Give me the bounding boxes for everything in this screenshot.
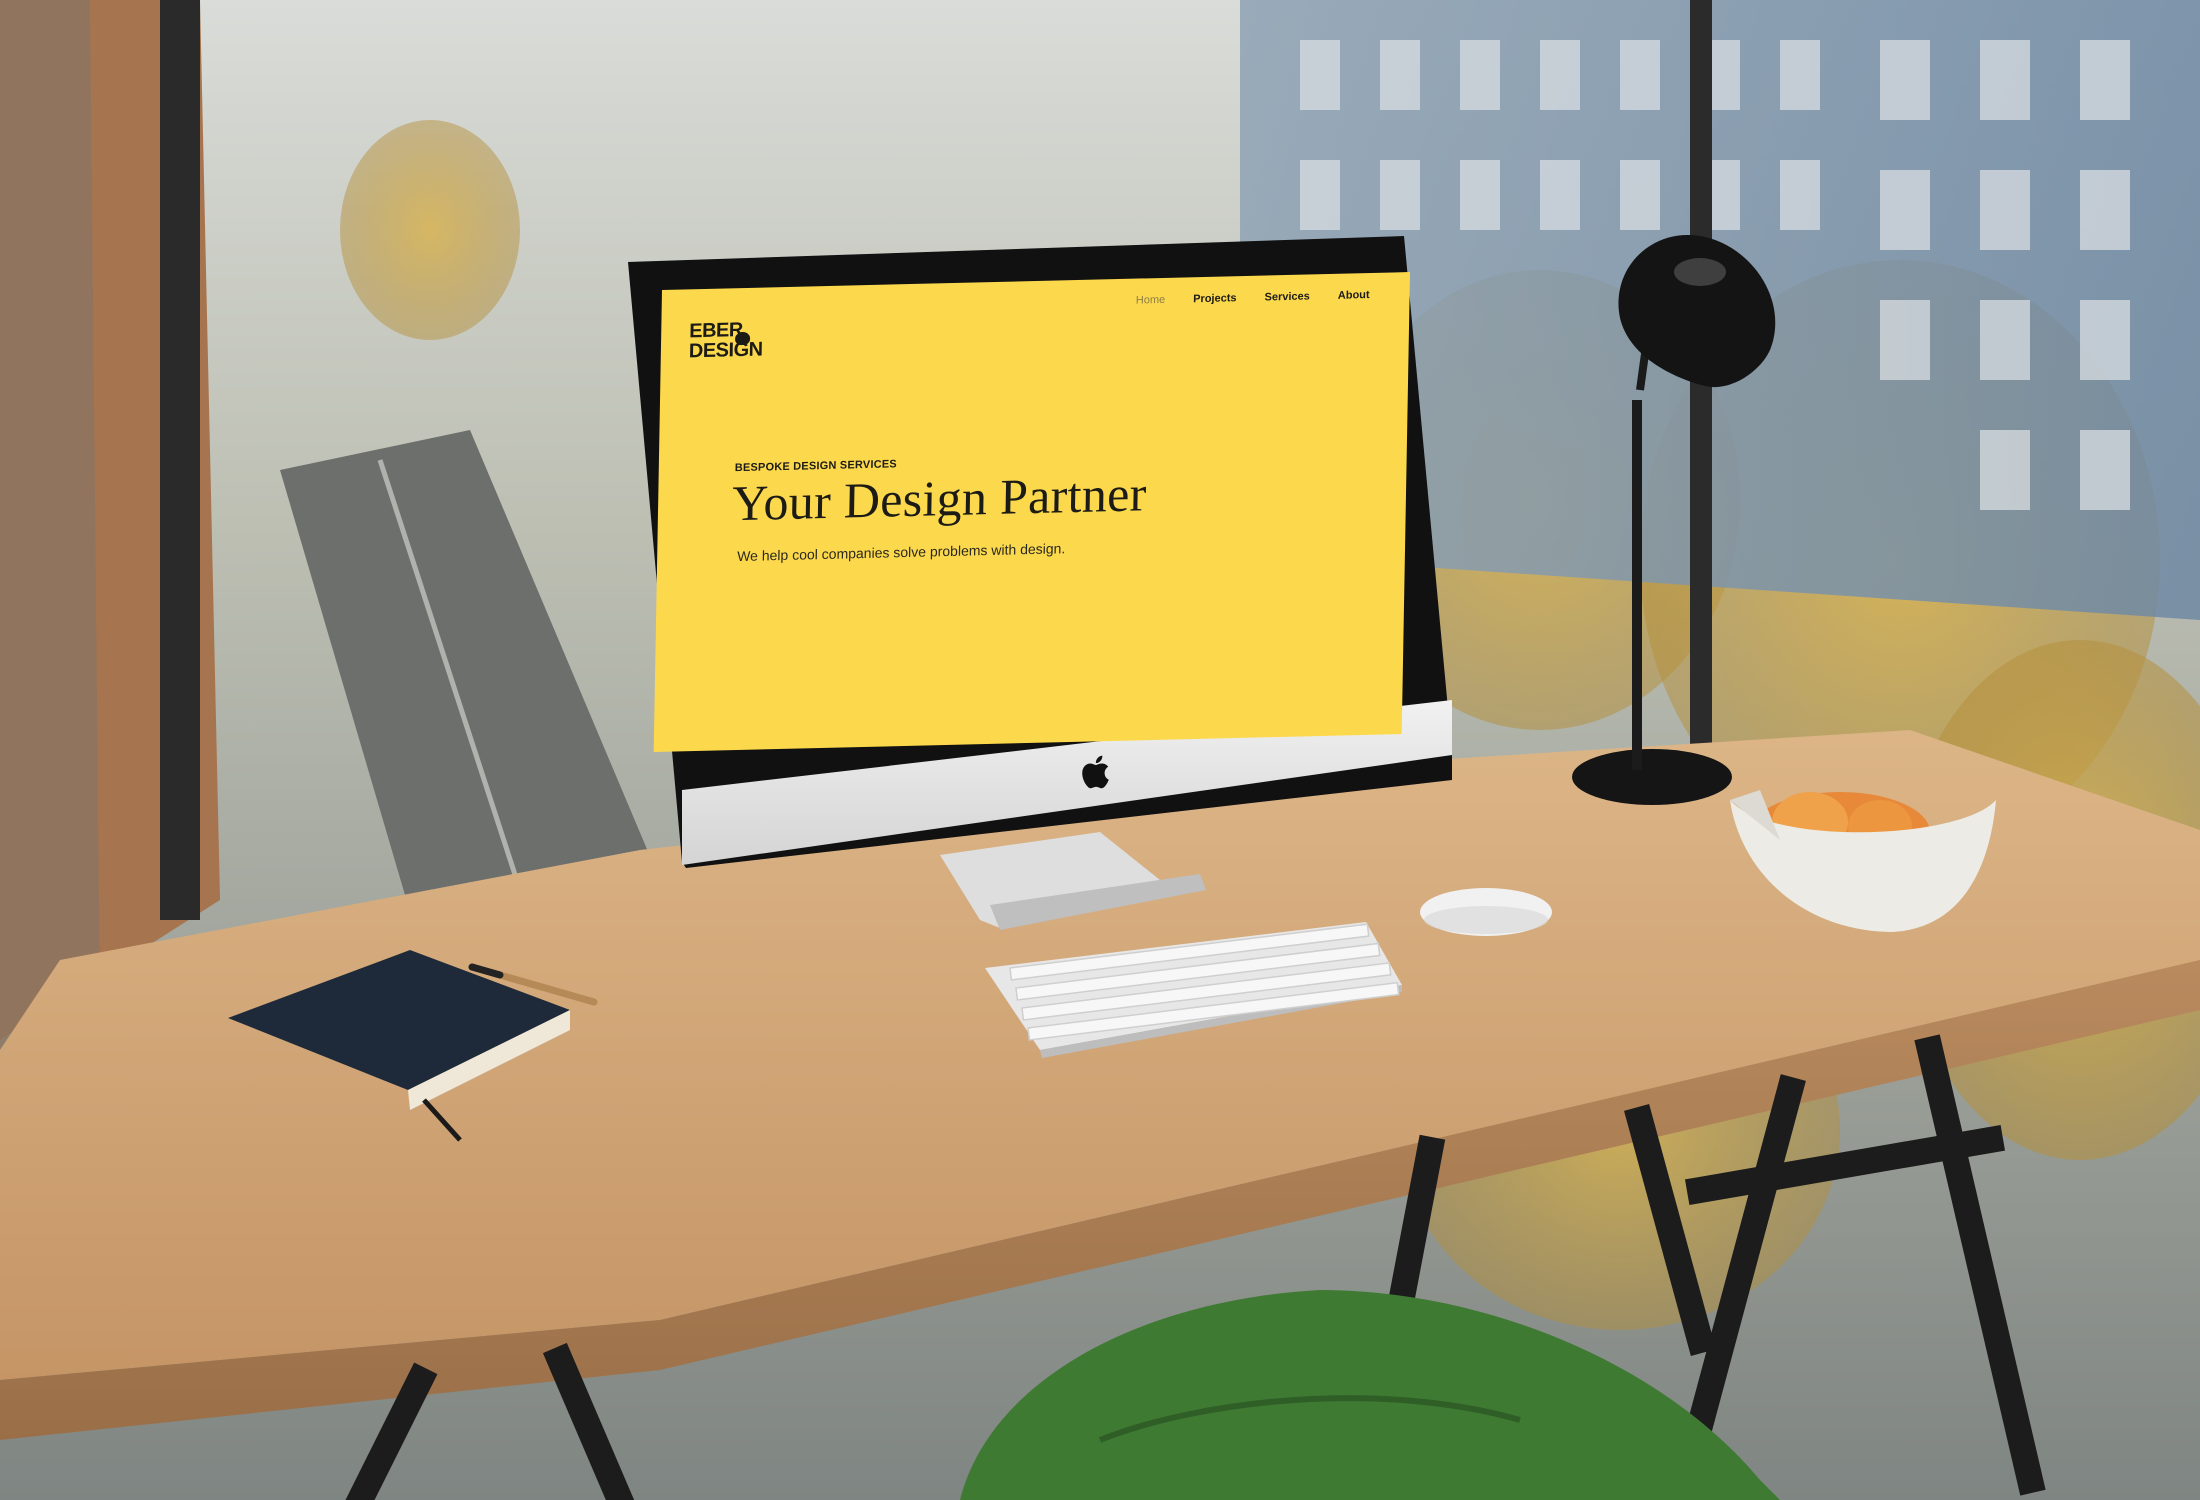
nav-home[interactable]: Home xyxy=(1136,294,1166,307)
background-photo xyxy=(0,0,2200,1500)
hero-headline: Your Design Partner xyxy=(731,465,1148,532)
site-nav: Home Projects Services About xyxy=(1136,289,1370,307)
logo-text-line2: DESIGN xyxy=(688,338,763,363)
hero-tagline: We help cool companies solve problems wi… xyxy=(737,540,1066,565)
apple-logo-icon xyxy=(1082,755,1109,789)
nav-projects[interactable]: Projects xyxy=(1193,292,1237,305)
website-screen: EBER DESIGN Home Projects Services About… xyxy=(653,272,1410,752)
logo-cloud-icon xyxy=(734,331,751,346)
desk-scene: EBER DESIGN Home Projects Services About… xyxy=(0,0,2200,1500)
site-logo[interactable]: EBER DESIGN xyxy=(688,319,763,363)
nav-about[interactable]: About xyxy=(1338,289,1370,302)
nav-services[interactable]: Services xyxy=(1264,290,1309,303)
